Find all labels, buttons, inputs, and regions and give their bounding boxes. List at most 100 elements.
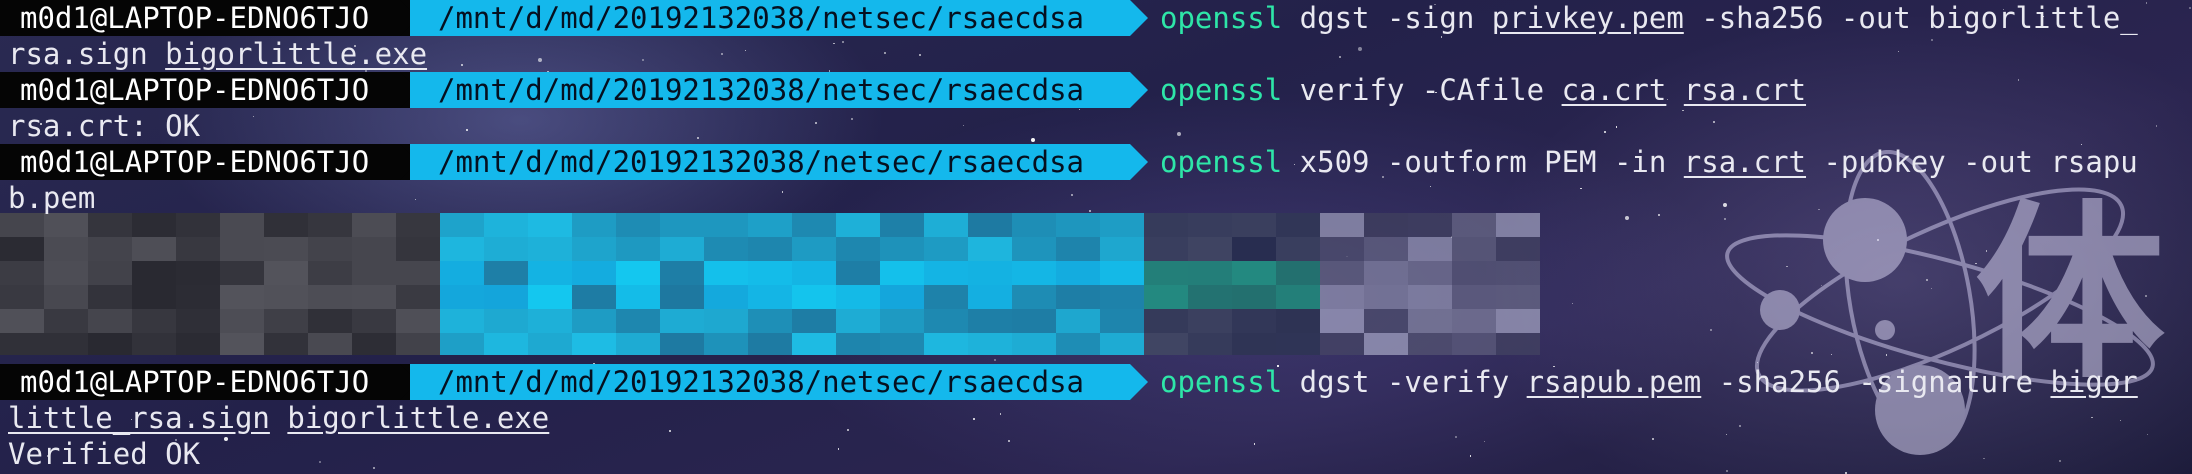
- redaction-pixel: [1408, 285, 1452, 309]
- redaction-pixel: [836, 309, 880, 333]
- star: [1682, 109, 1684, 111]
- star: [1429, 185, 1432, 187]
- redaction-pixel: [1012, 261, 1056, 285]
- star: [1652, 438, 1654, 440]
- redaction-pixel: [176, 237, 220, 261]
- redaction-pixel: [1276, 309, 1320, 333]
- command-text: dgst -sign: [1282, 1, 1492, 35]
- redaction-pixel: [792, 333, 836, 355]
- redaction-pixel: [1496, 285, 1540, 309]
- redaction-pixel: [748, 237, 792, 261]
- star: [846, 429, 849, 432]
- redaction-pixel: [1496, 333, 1540, 355]
- redaction-pixel: [440, 285, 484, 309]
- redaction-pixel: [880, 333, 924, 355]
- redaction-pixel: [132, 213, 176, 237]
- star: [1657, 213, 1660, 216]
- redaction-pixel: [308, 309, 352, 333]
- redaction-pixel: [440, 333, 484, 355]
- star: [1712, 121, 1715, 124]
- redaction-pixel: [1276, 333, 1320, 355]
- file-argument: rsa.crt: [1683, 145, 1807, 179]
- command-text: -sha256 -out bigorlittle_: [1683, 1, 2138, 35]
- star: [973, 418, 975, 420]
- command: openssl dgst -sign privkey.pem -sha256 -…: [1160, 0, 2138, 36]
- redaction-pixel: [1100, 213, 1144, 237]
- redaction-pixel: [1320, 309, 1364, 333]
- star: [319, 460, 322, 463]
- redaction-pixel: [1364, 333, 1408, 355]
- redaction-pixel: [88, 213, 132, 237]
- file-argument: rsa.crt: [1683, 73, 1807, 107]
- redaction-pixel: [352, 309, 396, 333]
- redaction-pixel: [660, 213, 704, 237]
- redaction-pixel: [1276, 285, 1320, 309]
- redaction-pixel: [1232, 309, 1276, 333]
- redaction-pixel: [660, 333, 704, 355]
- redaction-pixel: [44, 261, 88, 285]
- redaction-pixel: [616, 309, 660, 333]
- redaction-pixel: [572, 309, 616, 333]
- redaction-pixel: [1496, 213, 1540, 237]
- star: [2018, 79, 2020, 81]
- command-binary: openssl: [1160, 365, 1283, 399]
- redaction-pixel: [1408, 213, 1452, 237]
- redaction-pixel: [396, 309, 440, 333]
- redaction-pixel: [1276, 261, 1320, 285]
- redaction-pixel: [1100, 261, 1144, 285]
- redaction-pixel: [484, 333, 528, 355]
- redaction-pixel: [440, 309, 484, 333]
- redaction-pixel: [132, 285, 176, 309]
- command-text: [270, 401, 287, 435]
- redaction-pixel: [880, 261, 924, 285]
- redaction-pixel: [396, 261, 440, 285]
- redaction-pixel: [748, 309, 792, 333]
- redaction-pixel: [792, 309, 836, 333]
- star: [842, 41, 844, 43]
- redaction-pixel: [1452, 237, 1496, 261]
- redaction-pixel: [0, 261, 44, 285]
- star: [1603, 130, 1606, 133]
- redaction-pixel: [44, 285, 88, 309]
- redaction-pixel: [352, 261, 396, 285]
- redaction-pixel: [748, 333, 792, 355]
- star: [993, 358, 996, 361]
- redaction-pixel: [968, 213, 1012, 237]
- redaction-pixel: [88, 285, 132, 309]
- redaction-pixel: [1452, 333, 1496, 355]
- redaction-pixel: [616, 261, 660, 285]
- redaction-pixel: [924, 213, 968, 237]
- command-binary: openssl: [1160, 145, 1283, 179]
- redaction-pixel: [1276, 213, 1320, 237]
- redaction-pixel: [308, 333, 352, 355]
- redaction-pixel: [1188, 309, 1232, 333]
- file-argument: privkey.pem: [1491, 1, 1684, 35]
- file-argument: rsapub.pem: [1526, 365, 1702, 399]
- star: [1253, 443, 1256, 445]
- star: [1358, 47, 1363, 52]
- redaction-pixel: [880, 213, 924, 237]
- redaction-pixel: [264, 261, 308, 285]
- redaction-pixel: [660, 261, 704, 285]
- redaction-pixel: [968, 309, 1012, 333]
- redaction-pixel: [1188, 285, 1232, 309]
- file-argument: bigorlittle.exe: [165, 37, 428, 71]
- prompt-end-icon: [1130, 144, 1148, 180]
- redaction-pixel: [1232, 285, 1276, 309]
- star: [461, 63, 464, 66]
- redaction-pixel: [924, 237, 968, 261]
- redaction-pixel: [836, 213, 880, 237]
- prompt-host: m0d1@LAPTOP-EDNO6TJO: [0, 144, 410, 180]
- redaction-pixel: [484, 309, 528, 333]
- redaction-pixel: [220, 309, 264, 333]
- redaction-pixel: [1056, 309, 1100, 333]
- redaction-pixel: [0, 285, 44, 309]
- command: openssl x509 -outform PEM -in rsa.crt -p…: [1160, 144, 2138, 180]
- redaction-pixel: [176, 285, 220, 309]
- redaction-pixel: [1144, 237, 1188, 261]
- redaction-pixel: [44, 213, 88, 237]
- redaction-pixel: [1320, 333, 1364, 355]
- redaction-pixel: [616, 285, 660, 309]
- command-text: dgst -verify: [1282, 365, 1527, 399]
- redaction-pixel: [792, 237, 836, 261]
